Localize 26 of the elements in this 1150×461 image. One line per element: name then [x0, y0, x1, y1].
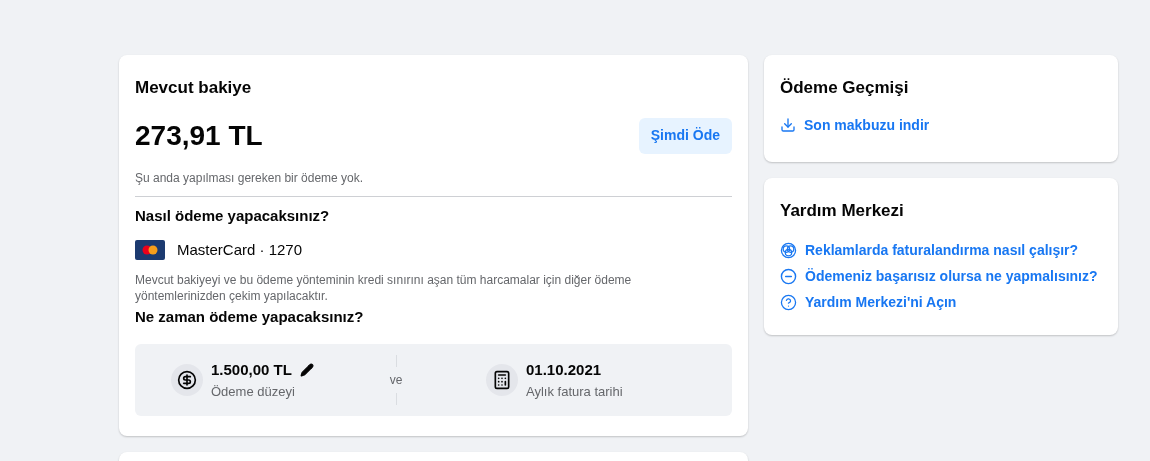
download-icon: [780, 117, 796, 133]
card-label: MasterCard · 1270: [177, 240, 303, 260]
card-logo-icon: [135, 240, 165, 261]
connector-text: ve: [389, 372, 403, 389]
dollar-icon: [171, 364, 203, 396]
threshold-value: 1.500,00 TL: [211, 360, 292, 380]
section-heading: Nasıl ödeme yapacaksınız?: [135, 205, 331, 226]
help-icon: [780, 294, 797, 311]
pay-now-button[interactable]: Şimdi Öde: [638, 117, 732, 154]
edit-icon[interactable]: [299, 363, 314, 378]
card-title: Ödeme Geçmişi: [780, 77, 910, 99]
balance-amount: 273,91 TL: [135, 118, 263, 153]
overlapping-circles-icon: [780, 242, 797, 259]
threshold-label: Ödeme düzeyi: [211, 382, 296, 401]
balance-note: Şu anda yapılması gereken bir ödeme yok.: [135, 169, 365, 187]
download-receipt-link[interactable]: Son makbuzu indir: [804, 114, 930, 136]
minus-circle-icon: [780, 268, 797, 285]
section-heading: Ne zaman ödeme yapacaksınız?: [135, 306, 365, 327]
help-link[interactable]: Reklamlarda faturalandırma nasıl çalışır?: [805, 240, 1079, 261]
method-note: Mevcut bakiyeyi ve bu ödeme yönteminin kredi sınırını aşan tüm harcamalar için diğer ödeme yöntemlerinizden çekim yapılacaktır.: [135, 271, 633, 304]
card-title: Yardım Merkezi: [780, 199, 905, 222]
help-link[interactable]: Yardım Merkezi'ni Açın: [805, 292, 957, 313]
card-title: Mevcut bakiye: [135, 77, 253, 99]
bill-date-label: Aylık fatura tarihi: [526, 382, 623, 401]
bill-date-value: 01.10.2021: [526, 360, 603, 380]
help-link[interactable]: Ödemeniz başarısız olursa ne yapmalısınız?: [805, 266, 1098, 287]
